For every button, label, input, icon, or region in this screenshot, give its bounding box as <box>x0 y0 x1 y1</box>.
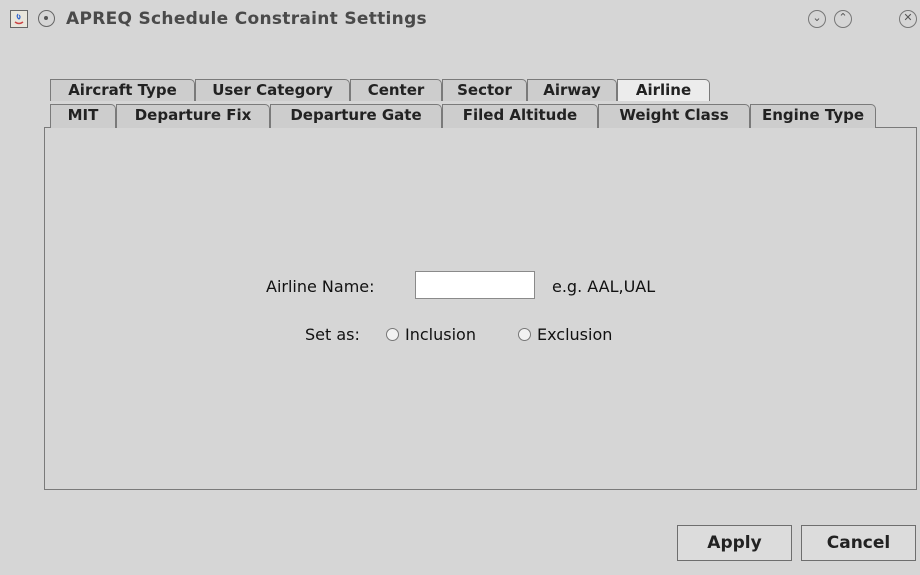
tab-departure-gate[interactable]: Departure Gate <box>270 104 442 128</box>
apply-button[interactable]: Apply <box>677 525 792 561</box>
maximize-icon[interactable]: ⌃ <box>834 10 852 28</box>
tab-user-category[interactable]: User Category <box>195 79 350 101</box>
inclusion-label[interactable]: Inclusion <box>405 325 476 344</box>
tab-departure-fix[interactable]: Departure Fix <box>116 104 270 128</box>
close-icon[interactable]: ✕ <box>899 10 917 28</box>
exclusion-label[interactable]: Exclusion <box>537 325 612 344</box>
airline-example-hint: e.g. AAL,UAL <box>552 277 656 296</box>
window-menu-icon[interactable] <box>38 10 55 27</box>
tab-airway[interactable]: Airway <box>527 79 617 101</box>
window-title: APREQ Schedule Constraint Settings <box>66 9 427 29</box>
tab-engine-type[interactable]: Engine Type <box>750 104 876 128</box>
tab-mit[interactable]: MIT <box>50 104 116 128</box>
airline-tab-panel <box>44 127 917 490</box>
tab-aircraft-type[interactable]: Aircraft Type <box>50 79 195 101</box>
tab-airline[interactable]: Airline <box>617 79 710 101</box>
exclusion-radio[interactable] <box>518 328 531 341</box>
airline-name-label: Airline Name: <box>266 277 375 296</box>
tab-center[interactable]: Center <box>350 79 442 101</box>
minimize-icon[interactable]: ⌄ <box>808 10 826 28</box>
set-as-label: Set as: <box>305 325 360 344</box>
tab-weight-class[interactable]: Weight Class <box>598 104 750 128</box>
tab-filed-altitude[interactable]: Filed Altitude <box>442 104 598 128</box>
tab-sector[interactable]: Sector <box>442 79 527 101</box>
airline-name-input[interactable] <box>415 271 535 299</box>
inclusion-radio[interactable] <box>386 328 399 341</box>
cancel-button[interactable]: Cancel <box>801 525 916 561</box>
title-bar: APREQ Schedule Constraint Settings ⌄ ⌃ ✕ <box>0 0 920 40</box>
java-app-icon[interactable] <box>10 10 28 28</box>
